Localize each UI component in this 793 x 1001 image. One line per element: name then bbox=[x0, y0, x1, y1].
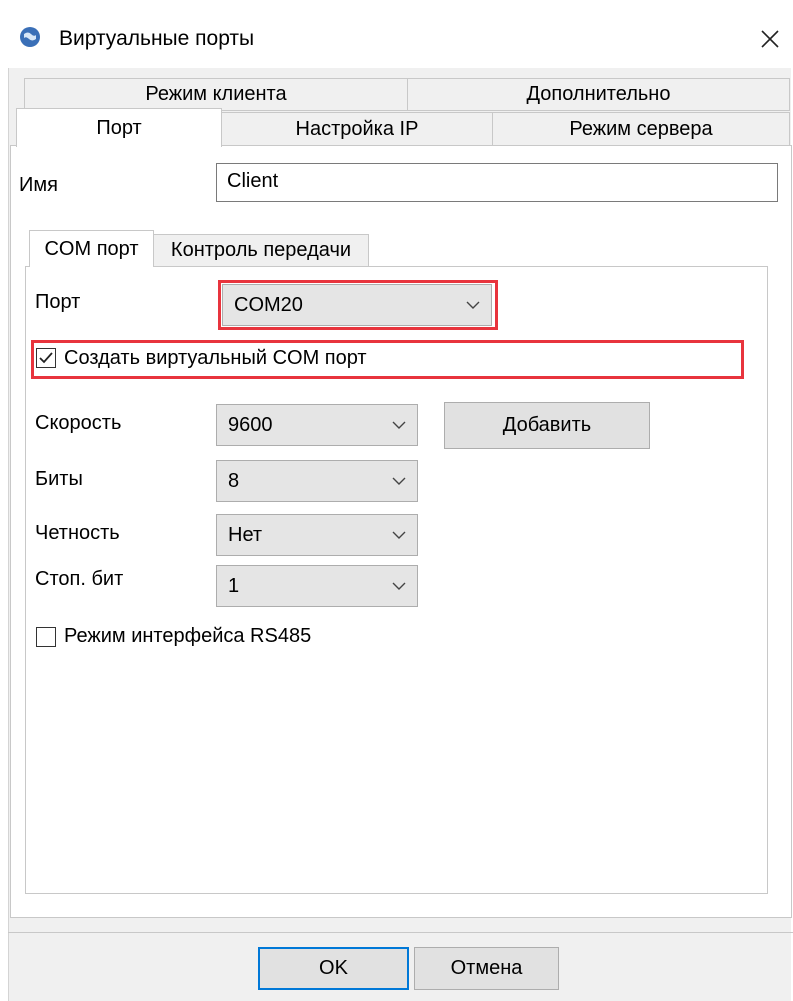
stop-bits-select-value: 1 bbox=[228, 575, 240, 597]
create-virtual-highlight-frame bbox=[31, 340, 744, 379]
tab-label: Настройка IP bbox=[295, 117, 419, 140]
rs485-checkbox[interactable] bbox=[36, 627, 56, 647]
cancel-button-label: Отмена bbox=[450, 957, 523, 979]
add-button-label: Добавить bbox=[502, 414, 592, 436]
rs485-label: Режим интерфейса RS485 bbox=[64, 625, 312, 647]
tab-additional[interactable]: Дополнительно bbox=[407, 78, 790, 111]
port-label: Порт bbox=[35, 291, 81, 313]
cancel-button[interactable]: Отмена bbox=[414, 947, 559, 990]
tab-label: Режим сервера bbox=[569, 117, 713, 140]
tab-label: Контроль передачи bbox=[170, 239, 352, 261]
chevron-down-icon bbox=[392, 477, 406, 485]
bits-label: Биты bbox=[35, 468, 83, 490]
tab-label: Дополнительно bbox=[526, 83, 671, 105]
bits-select[interactable]: 8 bbox=[216, 460, 418, 502]
tab-com-port[interactable]: COM порт bbox=[29, 230, 154, 267]
close-button[interactable] bbox=[752, 22, 788, 56]
parity-select-value: Нет bbox=[228, 524, 263, 546]
port-highlight-frame bbox=[218, 280, 498, 330]
footer-separator bbox=[8, 932, 793, 933]
tab-flow-control[interactable]: Контроль передачи bbox=[153, 234, 369, 267]
stop-bits-label: Стоп. бит bbox=[35, 568, 124, 590]
chevron-down-icon bbox=[392, 421, 406, 429]
tab-label: Порт bbox=[96, 116, 142, 139]
window-title: Виртуальные порты bbox=[59, 27, 255, 50]
ok-button[interactable]: OK bbox=[258, 947, 409, 990]
stop-bits-select[interactable]: 1 bbox=[216, 565, 418, 607]
tab-label: Режим клиента bbox=[145, 83, 287, 105]
tab-client-mode[interactable]: Режим клиента bbox=[24, 78, 408, 111]
tab-port[interactable]: Порт bbox=[16, 108, 222, 147]
parity-select[interactable]: Нет bbox=[216, 514, 418, 556]
name-label: Имя bbox=[19, 174, 58, 196]
title-bar: Виртуальные порты bbox=[0, 0, 793, 68]
tab-label: COM порт bbox=[44, 237, 139, 260]
chevron-down-icon bbox=[392, 582, 406, 590]
name-input[interactable]: Client bbox=[216, 163, 778, 202]
app-globe-icon bbox=[20, 27, 40, 47]
chevron-down-icon bbox=[392, 531, 406, 539]
tab-server-mode[interactable]: Режим сервера bbox=[492, 112, 790, 146]
speed-select[interactable]: 9600 bbox=[216, 404, 418, 446]
bits-select-value: 8 bbox=[228, 470, 240, 492]
close-icon bbox=[761, 30, 779, 48]
speed-label: Скорость bbox=[35, 412, 122, 434]
speed-select-value: 9600 bbox=[228, 414, 273, 436]
tab-ip-settings[interactable]: Настройка IP bbox=[221, 112, 493, 146]
parity-label: Четность bbox=[35, 522, 120, 544]
add-button[interactable]: Добавить bbox=[444, 402, 650, 449]
ok-button-label: OK bbox=[319, 957, 348, 979]
